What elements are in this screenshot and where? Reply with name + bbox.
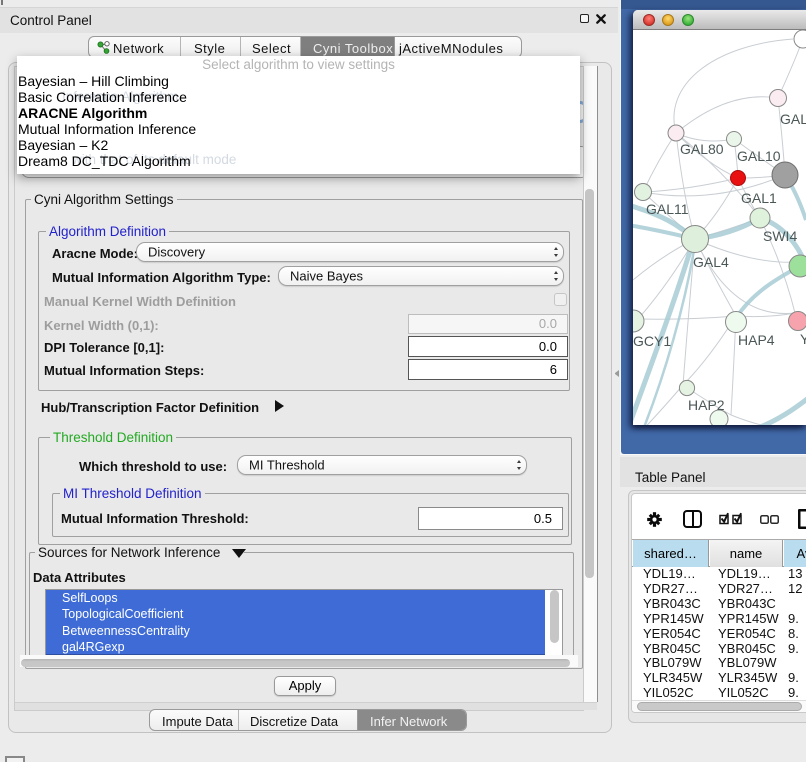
svg-text:GAL80: GAL80	[680, 141, 724, 157]
svg-text:HAP2: HAP2	[688, 397, 725, 413]
svg-text:GAL4: GAL4	[693, 254, 729, 270]
svg-text:GAL7: GAL7	[780, 111, 806, 127]
svg-text:GAL10: GAL10	[737, 148, 781, 164]
svg-text:GAL11: GAL11	[646, 201, 689, 217]
svg-text:SWI4: SWI4	[763, 228, 797, 244]
svg-text:HAP4: HAP4	[738, 332, 775, 348]
svg-text:GAL1: GAL1	[741, 190, 777, 206]
svg-text:GCY1: GCY1	[633, 333, 671, 349]
svg-text:YE: YE	[800, 331, 806, 347]
